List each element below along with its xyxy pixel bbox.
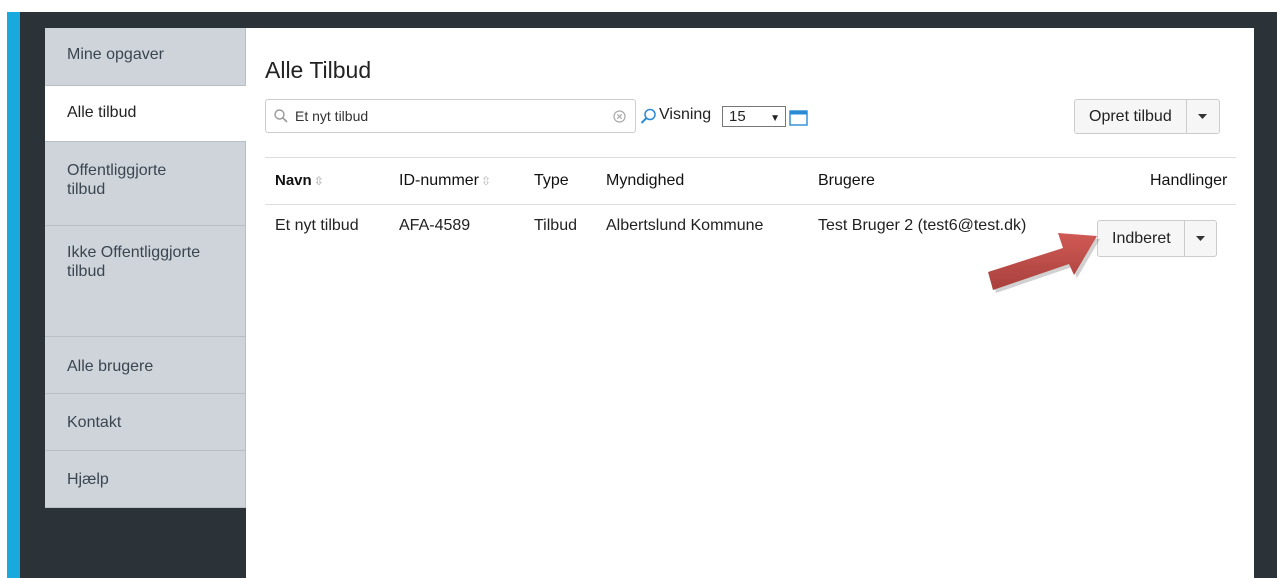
header-handlinger: Handlinger <box>1150 172 1228 189</box>
sidebar-item-label: Mine opgaver <box>67 46 164 63</box>
cell-myndighed: Albertslund Kommune <box>606 217 764 234</box>
sidebar-item-label: Hjælp <box>67 471 109 488</box>
sidebar-item-label: Alle tilbud <box>67 104 137 121</box>
chevron-down-icon[interactable] <box>1187 100 1219 133</box>
search-icon <box>274 109 288 128</box>
sidebar: Mine opgaver Alle tilbud Offentliggjorte… <box>45 28 246 508</box>
top-bar <box>7 12 1277 28</box>
sidebar-bottom-fill <box>45 506 246 578</box>
calendar-icon[interactable] <box>789 110 808 131</box>
cell-navn[interactable]: Et nyt tilbud <box>275 217 359 235</box>
sidebar-item-ikke-offentliggjorte-tilbud[interactable]: Ikke Offentliggjorte tilbud <box>45 226 246 337</box>
app-frame: Mine opgaver Alle tilbud Offentliggjorte… <box>0 0 1277 578</box>
chevron-down-icon[interactable] <box>1185 221 1216 256</box>
sidebar-item-hjaelp[interactable]: Hjælp <box>45 451 246 508</box>
header-navn[interactable]: Navn ⇳ <box>275 172 324 189</box>
header-label: Navn <box>275 172 312 189</box>
table-header: Navn ⇳ ID-nummer ⇳ Type Myndighed Brugere … <box>265 157 1236 205</box>
row-action-group: Indberet <box>1097 220 1217 257</box>
create-button-group: Opret tilbud <box>1074 99 1220 134</box>
sidebar-item-kontakt[interactable]: Kontakt <box>45 394 246 451</box>
header-type: Type <box>534 172 569 189</box>
create-tilbud-button[interactable]: Opret tilbud <box>1075 100 1187 133</box>
clear-icon[interactable] <box>613 110 626 128</box>
sidebar-item-label: Offentliggjorte tilbud <box>67 162 167 198</box>
sidebar-item-label: Kontakt <box>67 414 122 431</box>
right-dark-edge <box>1254 12 1277 578</box>
search-box[interactable] <box>265 99 636 133</box>
accent-strip <box>7 12 20 578</box>
header-brugere: Brugere <box>818 172 875 189</box>
header-myndighed: Myndighed <box>606 172 685 189</box>
sidebar-item-label: Alle brugere <box>67 358 154 375</box>
header-label: ID-nummer <box>399 172 480 189</box>
search-icon[interactable] <box>640 108 657 130</box>
header-id-nummer[interactable]: ID-nummer ⇳ <box>399 172 491 190</box>
visning-value: 15 <box>729 108 746 125</box>
main-panel: Alle Tilbud Visning 15 ▼ Opret tilbud <box>246 28 1254 578</box>
sidebar-item-mine-opgaver[interactable]: Mine opgaver <box>45 28 246 86</box>
sidebar-item-offentliggjorte-tilbud[interactable]: Offentliggjorte tilbud <box>45 142 246 226</box>
left-dark-edge <box>20 12 45 578</box>
sidebar-item-alle-tilbud[interactable]: Alle tilbud <box>45 86 246 142</box>
sort-icon: ⇳ <box>313 174 324 188</box>
sidebar-item-alle-brugere[interactable]: Alle brugere <box>45 337 246 394</box>
cell-id: AFA-4589 <box>399 217 471 234</box>
visning-select[interactable]: 15 ▼ <box>722 106 786 127</box>
sidebar-item-label: Ikke Offentliggjorte tilbud <box>67 244 201 280</box>
page-title: Alle Tilbud <box>265 57 372 83</box>
search-input[interactable] <box>295 106 595 126</box>
sort-icon: ⇳ <box>481 174 492 188</box>
cell-type: Tilbud <box>534 217 577 234</box>
indberet-button[interactable]: Indberet <box>1098 221 1185 256</box>
arrow-annotation <box>988 233 1100 293</box>
chevron-down-icon: ▼ <box>770 113 780 124</box>
visning-label: Visning <box>659 106 712 123</box>
